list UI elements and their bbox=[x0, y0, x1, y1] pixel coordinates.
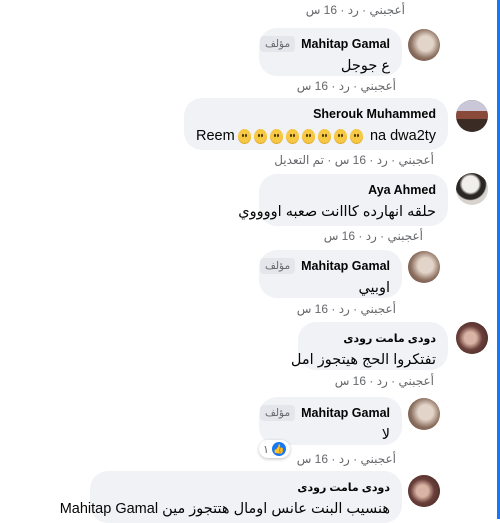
reply-link[interactable]: رد bbox=[339, 302, 350, 316]
like-link[interactable]: أعجبني bbox=[399, 374, 434, 388]
thumbs-up-icon: 👍 bbox=[271, 442, 286, 456]
comment-bubble: دودى مامت رودى تفتكروا الحج هيتجوز امل bbox=[290, 322, 448, 370]
timestamp[interactable]: 16 س bbox=[297, 79, 328, 93]
timestamp[interactable]: 16 س bbox=[297, 302, 328, 316]
comment-text: لا bbox=[381, 427, 390, 443]
comment-author[interactable]: Aya Ahmed bbox=[368, 183, 436, 197]
avatar[interactable] bbox=[408, 475, 440, 507]
smile-emoji-icon bbox=[285, 128, 299, 144]
comment-bubble: مؤلف Mahitap Gamal ع جوجل bbox=[259, 28, 402, 76]
comment-text: هنسيب البنت عانس اومال هتتجوز مين Mahita… bbox=[59, 501, 390, 517]
smile-emoji-icon bbox=[317, 128, 331, 144]
smile-emoji-icon bbox=[301, 128, 315, 144]
author-badge: مؤلف bbox=[259, 36, 296, 52]
reply-link[interactable]: رد bbox=[377, 153, 388, 167]
avatar[interactable] bbox=[456, 100, 488, 132]
comment-actions: أعجبني · رد · 16 س · تم التعديل bbox=[274, 153, 434, 167]
timestamp[interactable]: 16 س bbox=[297, 452, 328, 466]
like-link[interactable]: أعجبني bbox=[361, 79, 396, 93]
comment-author[interactable]: Sherouk Muhammed bbox=[313, 107, 436, 121]
comment-actions: أعجبني · رد · 16 س bbox=[323, 229, 423, 243]
comment-text: حلقه انهارده كااانت صعبه اووووي bbox=[238, 204, 436, 220]
comment-text: Reem na dwa2ty bbox=[196, 126, 436, 146]
comment-author[interactable]: دودى مامت رودى bbox=[343, 332, 436, 345]
reply-link[interactable]: رد bbox=[348, 3, 359, 17]
timestamp[interactable]: 16 س bbox=[306, 3, 337, 17]
timestamp[interactable]: 16 س bbox=[335, 374, 366, 388]
comment-text: تفتكروا الحج هيتجوز امل bbox=[290, 352, 436, 368]
avatar[interactable] bbox=[408, 251, 440, 283]
comment-bubble: Aya Ahmed حلقه انهارده كااانت صعبه اوووو… bbox=[238, 174, 448, 226]
timestamp[interactable]: 16 س bbox=[335, 153, 366, 167]
smile-emoji-icon bbox=[333, 128, 347, 144]
comment-author[interactable]: Mahitap Gamal bbox=[301, 259, 390, 273]
comment-text: ع جوجل bbox=[340, 58, 390, 74]
smile-emoji-icon bbox=[269, 128, 283, 144]
comment-actions: أعجبني · رد · 16 س bbox=[334, 374, 434, 388]
smile-emoji-icon bbox=[349, 128, 363, 144]
edited-label[interactable]: تم التعديل bbox=[274, 153, 324, 167]
comment-bubble: دودى مامت رودى هنسيب البنت عانس اومال هت… bbox=[59, 471, 402, 523]
reply-link[interactable]: رد bbox=[366, 229, 377, 243]
comment-actions: أعجبني · رد · 16 س bbox=[305, 3, 405, 17]
avatar[interactable] bbox=[408, 29, 440, 61]
reaction-number: ١ bbox=[263, 443, 269, 456]
comment-text: اوبيي bbox=[358, 280, 390, 296]
smile-emoji-icon bbox=[237, 128, 251, 144]
comment-text-suffix: na dwa2ty bbox=[369, 128, 437, 144]
avatar[interactable] bbox=[456, 322, 488, 354]
like-link[interactable]: أعجبني bbox=[399, 153, 434, 167]
comment-bubble: Sherouk Muhammed Reem na dwa2ty bbox=[184, 98, 448, 150]
reply-link[interactable]: رد bbox=[377, 374, 388, 388]
comment-author[interactable]: Mahitap Gamal bbox=[301, 406, 390, 420]
mention-reem[interactable]: Reem bbox=[196, 126, 235, 146]
comment-author[interactable]: Mahitap Gamal bbox=[301, 37, 390, 51]
like-link[interactable]: أعجبني bbox=[370, 3, 405, 17]
avatar[interactable] bbox=[408, 398, 440, 430]
comment-bubble: مؤلف Mahitap Gamal اوبيي bbox=[259, 250, 402, 298]
comment-bubble: مؤلف Mahitap Gamal لا bbox=[259, 397, 402, 445]
avatar[interactable] bbox=[456, 173, 488, 205]
like-link[interactable]: أعجبني bbox=[388, 229, 423, 243]
comment-actions: أعجبني · رد · 16 س bbox=[296, 79, 396, 93]
timestamp[interactable]: 16 س bbox=[324, 229, 355, 243]
reply-link[interactable]: رد bbox=[339, 452, 350, 466]
reaction-count[interactable]: ١ 👍 bbox=[259, 440, 290, 458]
smile-emoji-icon bbox=[253, 128, 267, 144]
like-link[interactable]: أعجبني bbox=[361, 302, 396, 316]
author-badge: مؤلف bbox=[259, 258, 296, 274]
like-link[interactable]: أعجبني bbox=[361, 452, 396, 466]
comment-actions: أعجبني · رد · 16 س bbox=[296, 452, 396, 466]
reply-link[interactable]: رد bbox=[339, 79, 350, 93]
comment-actions: أعجبني · رد · 16 س bbox=[296, 302, 396, 316]
comment-author[interactable]: دودى مامت رودى bbox=[297, 481, 390, 494]
author-badge: مؤلف bbox=[259, 405, 296, 421]
